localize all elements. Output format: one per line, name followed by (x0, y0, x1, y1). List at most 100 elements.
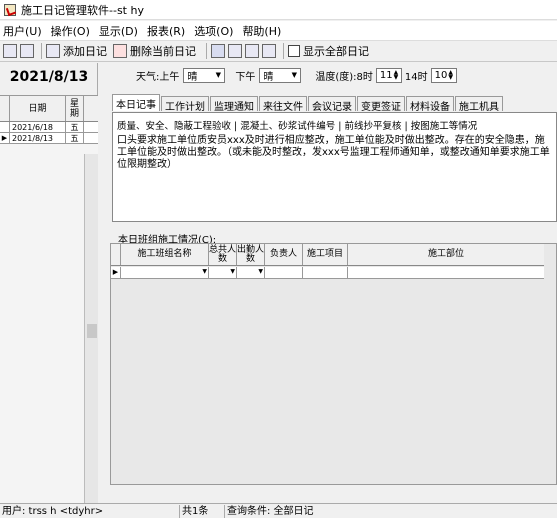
spinner-arrows-icon[interactable]: ▲ ▼ (447, 69, 455, 81)
spinner-arrows-icon[interactable]: ▲ ▼ (392, 69, 400, 81)
chevron-down-icon[interactable]: ▼ (213, 70, 223, 81)
pm-weather-value: 晴 (263, 71, 274, 83)
chevron-down-icon[interactable]: ▼ (258, 268, 263, 275)
tab-bar: 本日记事 工作计划 监理通知 来往文件 会议记录 变更签证 材料设备 施工机具 (112, 94, 504, 113)
row-week: 五 (66, 122, 84, 132)
weather-label: 天气: (136, 71, 160, 83)
toolbar: 添加日记 删除当前日记 显示全部日记 (0, 40, 557, 62)
delete-diary-label: 删除当前日记 (130, 45, 196, 58)
col-total-people: 总共人数 (209, 244, 237, 265)
menu-display[interactable]: 显示(D) (99, 23, 138, 39)
current-row-arrow-icon: ▶ (0, 133, 10, 143)
leader-cell[interactable] (265, 267, 303, 278)
title-bar: 施工日记管理软件--st hy (0, 0, 557, 20)
t14-label: 14时 (404, 71, 428, 83)
add-diary-label: 添加日记 (63, 45, 107, 58)
col-week-header: 星期 (66, 96, 84, 121)
col-attendance: 出勤人数 (237, 244, 265, 265)
total-people-cell[interactable]: ▼ (209, 267, 237, 278)
date-table-header: 日期 星期 (0, 96, 98, 122)
tab-work-plan[interactable]: 工作计划 (161, 96, 209, 113)
settings-icon[interactable] (20, 44, 34, 58)
am-weather-value: 晴 (187, 71, 198, 83)
delete-diary-button[interactable]: 删除当前日记 (113, 42, 196, 60)
menu-report[interactable]: 报表(R) (147, 23, 185, 39)
toolbar-separator (283, 43, 284, 59)
show-all-checkbox[interactable] (288, 45, 300, 57)
table-row[interactable]: ▶ 2021/8/13 五 (0, 133, 98, 144)
row-indicator-header (111, 244, 121, 265)
col-location: 施工部位 (427, 249, 464, 259)
menu-user[interactable]: 用户(U) (3, 23, 42, 39)
chevron-down-icon[interactable]: ▼ (289, 70, 299, 81)
add-diary-button[interactable]: 添加日记 (46, 42, 107, 60)
scrollbar-thumb[interactable] (87, 324, 97, 338)
row-date: 2021/8/13 (10, 133, 66, 143)
tab-change-visa[interactable]: 变更签证 (357, 96, 405, 113)
status-count: 共1条 (180, 504, 225, 518)
location-cell[interactable] (348, 267, 544, 278)
user-switch-icon[interactable] (3, 44, 17, 58)
window-title: 施工日记管理软件--st hy (21, 3, 144, 17)
menu-help[interactable]: 帮助(H) (242, 23, 281, 39)
menu-options[interactable]: 选项(O) (194, 23, 233, 39)
team-grid-header: 施工班组名称 总共人数 出勤人数 负责人 施工项目 施工部位 (111, 244, 544, 266)
export-icon[interactable] (262, 44, 276, 58)
save-icon[interactable] (211, 44, 225, 58)
t14-temp-spinner[interactable]: 10 ▲ ▼ (430, 67, 457, 83)
tab-materials[interactable]: 材料设备 (406, 96, 454, 113)
chevron-down-icon[interactable]: ▼ (230, 268, 235, 275)
row-week: 五 (66, 133, 84, 143)
attendance-cell[interactable]: ▼ (237, 267, 265, 278)
tab-meeting-records[interactable]: 会议记录 (308, 96, 356, 113)
row-date: 2021/6/18 (10, 122, 66, 132)
show-all-toggle[interactable]: 显示全部日记 (288, 42, 369, 60)
team-grid: 施工班组名称 总共人数 出勤人数 负责人 施工项目 施工部位 ▶ ▼ ▼ ▼ (110, 243, 557, 485)
status-query: 查询条件: 全部日记 (227, 505, 314, 517)
current-date: 2021/8/13 (9, 69, 89, 85)
tab-today-notes[interactable]: 本日记事 (112, 94, 160, 111)
t8-temp-spinner[interactable]: 11 ▲ ▼ (375, 67, 402, 83)
col-project: 施工项目 (303, 244, 348, 265)
menu-operate[interactable]: 操作(O) (51, 23, 90, 39)
row-indicator-header (0, 96, 10, 121)
diary-date-table: 日期 星期 2021/6/18 五 ▶ 2021/8/13 五 (0, 95, 98, 504)
preview-icon[interactable] (245, 44, 259, 58)
diary-text[interactable]: 口头要求施工单位质安员xxx及时进行相应整改，施工单位能及时做出整改。存在的安全… (117, 135, 553, 171)
diary-list-panel: 2021/8/13 日期 星期 2021/6/18 五 ▶ 2021/8/13 … (0, 63, 98, 504)
vertical-scrollbar[interactable] (84, 154, 98, 504)
am-label: 上午 (159, 71, 180, 83)
weather-row: 天气: 上午 晴 ▼ 下午 晴 ▼ 温度(度): 8时 11 ▲ ▼ 14时 10… (100, 64, 557, 86)
col-leader: 负责人 (265, 244, 303, 265)
t14-temp-value: 10 (434, 69, 448, 81)
col-date-header: 日期 (10, 96, 66, 121)
t8-temp-value: 11 (379, 69, 393, 81)
show-all-label: 显示全部日记 (303, 45, 369, 58)
t8-label: 8时 (356, 71, 373, 83)
toolbar-separator (41, 43, 42, 59)
chevron-down-icon[interactable]: ▼ (202, 268, 207, 275)
current-row-arrow-icon: ▶ (111, 267, 121, 278)
diary-editor[interactable]: 质量、安全、隐蔽工程验收 | 混凝土、砂浆试件编号 | 前线抄平复核 | 按图施… (112, 112, 557, 222)
project-cell[interactable] (303, 267, 348, 278)
row-indicator (0, 122, 10, 132)
menu-bar: 用户(U) 操作(O) 显示(D) 报表(R) 选项(O) 帮助(H) (0, 21, 557, 40)
pm-weather-select[interactable]: 晴 ▼ (259, 67, 302, 83)
tab-machinery[interactable]: 施工机具 (455, 96, 503, 113)
quick-phrase-bar[interactable]: 质量、安全、隐蔽工程验收 | 混凝土、砂浆试件编号 | 前线抄平复核 | 按图施… (117, 118, 477, 132)
print-icon[interactable] (228, 44, 242, 58)
team-name-cell[interactable]: ▼ (121, 267, 209, 278)
table-row[interactable]: ▶ ▼ ▼ ▼ (111, 267, 544, 279)
delete-icon (113, 44, 127, 58)
add-icon (46, 44, 60, 58)
table-row[interactable]: 2021/6/18 五 (0, 122, 98, 133)
toolbar-separator (206, 43, 207, 59)
temp-label: 温度(度): (315, 71, 357, 83)
app-icon (4, 3, 16, 16)
tab-supervision-notice[interactable]: 监理通知 (210, 96, 258, 113)
am-weather-select[interactable]: 晴 ▼ (183, 67, 226, 83)
tab-correspondence[interactable]: 来往文件 (259, 96, 307, 113)
status-bar: 用户: trss h <tdyhr> 共1条 查询条件: 全部日记 (0, 503, 557, 518)
pm-label: 下午 (235, 71, 256, 83)
status-user: 用户: trss h <tdyhr> (0, 504, 180, 518)
